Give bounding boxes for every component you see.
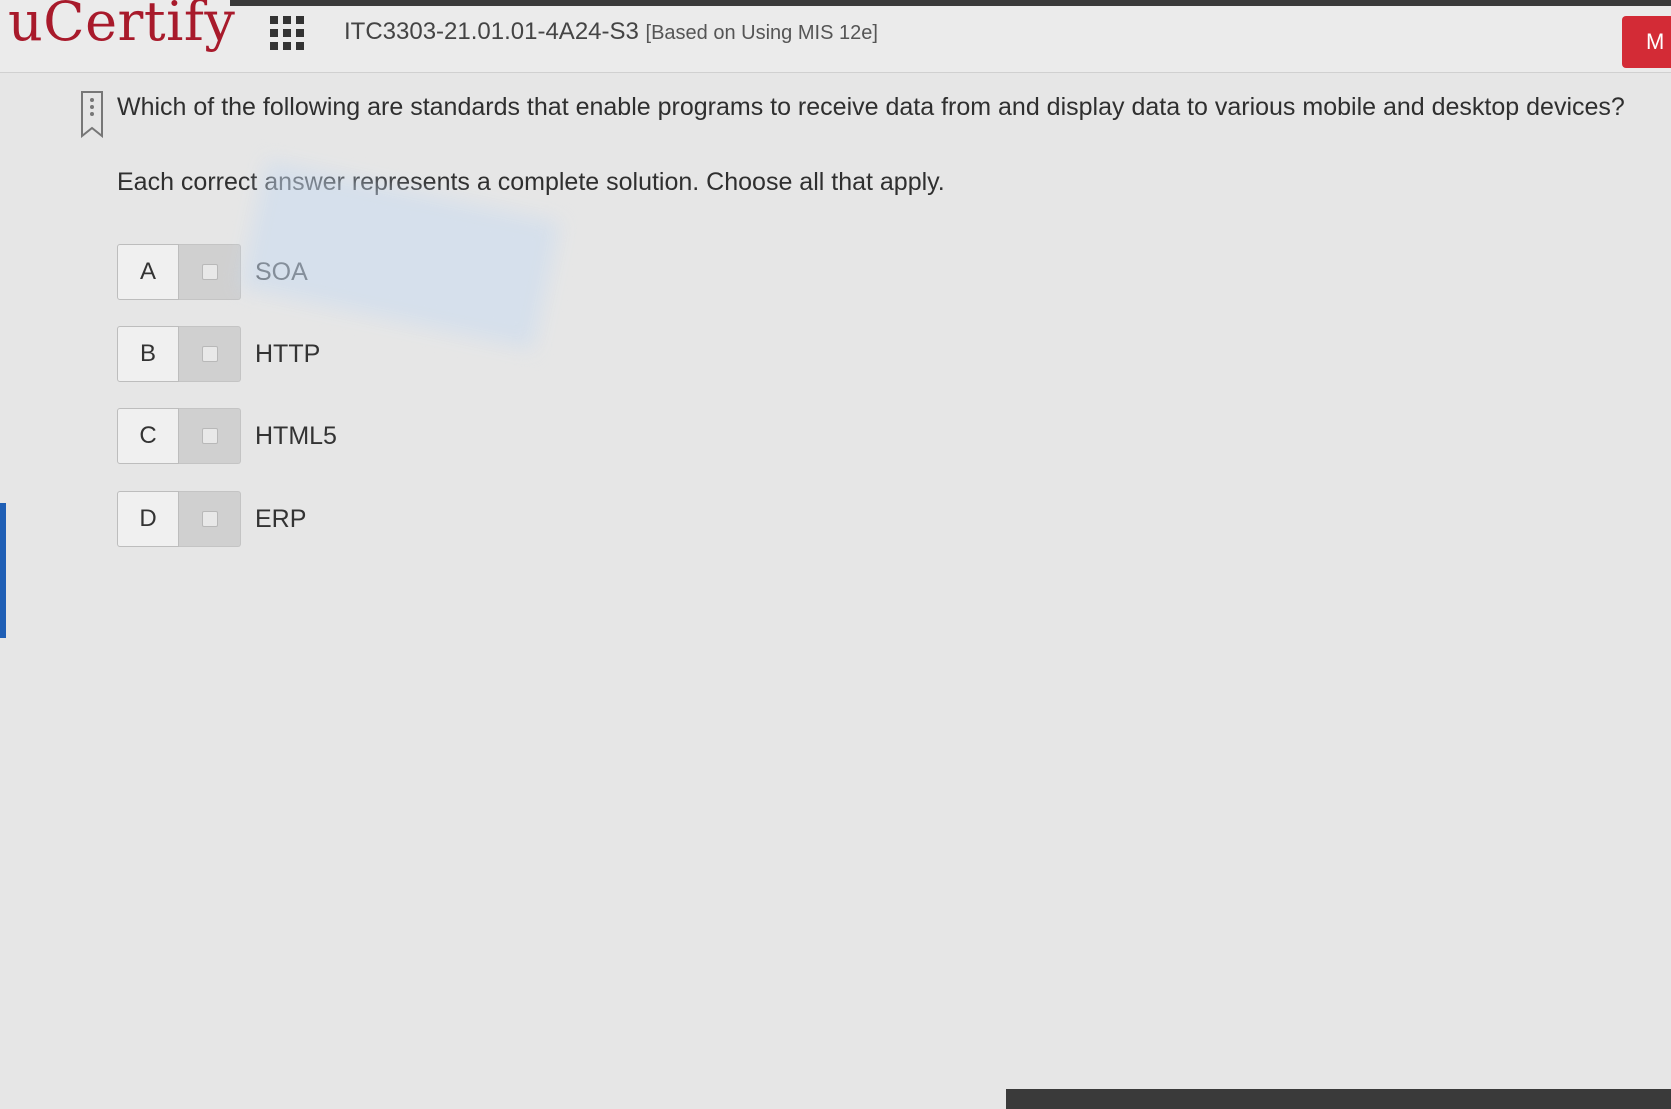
option-d[interactable]: D ERP <box>117 490 306 548</box>
option-label[interactable]: HTML5 <box>255 422 337 451</box>
top-bar: uCertify ITC3303-21.01.01-4A24-S3 [Based… <box>0 0 1671 73</box>
checkbox-icon <box>201 346 218 362</box>
option-label[interactable]: HTTP <box>255 340 320 369</box>
option-a[interactable]: A SOA <box>117 243 308 301</box>
top-divider <box>230 0 1671 6</box>
option-c[interactable]: C HTML5 <box>117 407 337 465</box>
option-letter[interactable]: B <box>117 326 179 382</box>
question-text: Which of the following are standards tha… <box>117 93 1625 121</box>
checkbox-icon <box>201 511 218 527</box>
checkbox-icon <box>201 428 218 444</box>
course-subtitle: [Based on Using MIS 12e] <box>645 22 878 44</box>
option-checkbox[interactable] <box>179 326 241 382</box>
menu-button[interactable]: M <box>1622 16 1671 68</box>
ucertify-logo[interactable]: uCertify <box>8 0 235 52</box>
course-title: ITC3303-21.01.01-4A24-S3 [Based on Using… <box>344 18 878 46</box>
checkbox-icon <box>201 264 218 280</box>
left-accent-bar <box>0 503 6 638</box>
option-b[interactable]: B HTTP <box>117 325 320 383</box>
grid-apps-icon[interactable] <box>270 16 304 50</box>
option-letter[interactable]: D <box>117 491 179 547</box>
bottom-toolbar <box>1006 1089 1671 1109</box>
option-letter[interactable]: A <box>117 244 179 300</box>
option-letter[interactable]: C <box>117 408 179 464</box>
option-checkbox[interactable] <box>179 244 241 300</box>
option-checkbox[interactable] <box>179 408 241 464</box>
option-label[interactable]: ERP <box>255 505 306 534</box>
course-code: ITC3303-21.01.01-4A24-S3 <box>344 18 639 45</box>
question-instruction: Each correct answer represents a complet… <box>117 168 945 196</box>
option-checkbox[interactable] <box>179 491 241 547</box>
bookmark-icon[interactable] <box>80 90 104 138</box>
option-label[interactable]: SOA <box>255 258 308 287</box>
